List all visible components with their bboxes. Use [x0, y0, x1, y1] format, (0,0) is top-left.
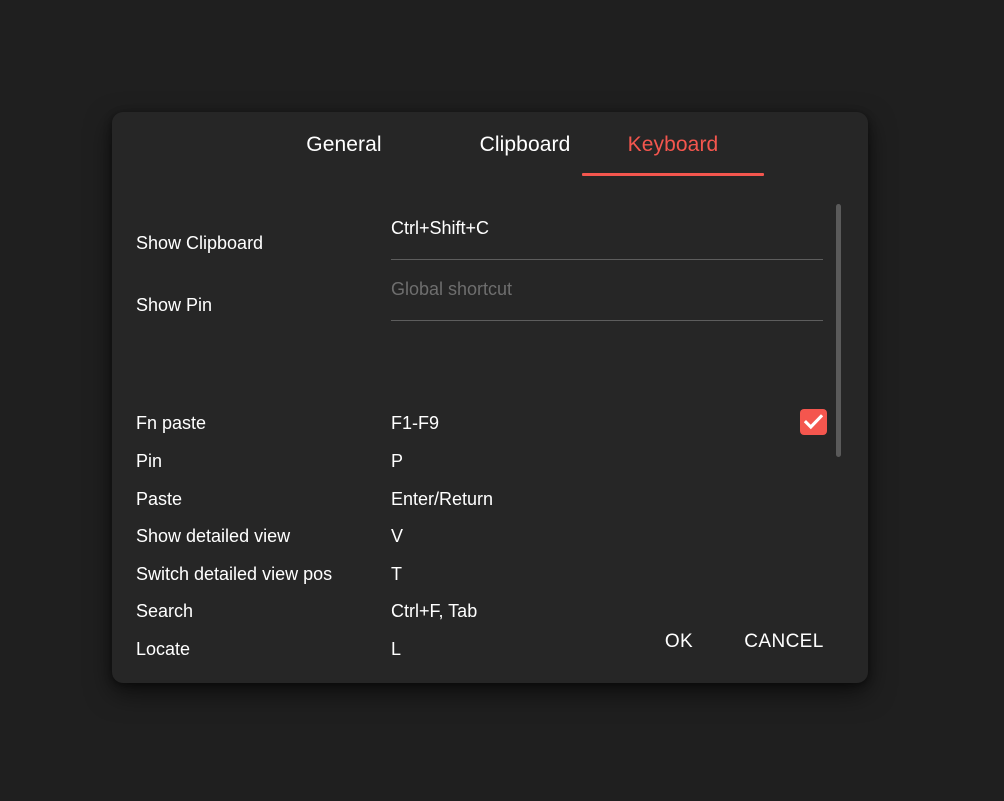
show-clipboard-underline: [391, 259, 823, 260]
row-switch-detailed-view-pos-label: Switch detailed view pos: [136, 564, 332, 585]
tab-active-indicator: [582, 173, 764, 176]
cancel-button[interactable]: CANCEL: [734, 625, 834, 659]
row-paste-label: Paste: [136, 489, 182, 510]
tab-general[interactable]: General: [253, 112, 435, 178]
tab-general-label: General: [306, 133, 381, 157]
show-pin-shortcut-input[interactable]: Global shortcut: [391, 279, 823, 321]
show-clipboard-shortcut-value: Ctrl+Shift+C: [391, 218, 489, 239]
row-show-pin-label: Show Pin: [136, 295, 212, 316]
tab-keyboard[interactable]: Keyboard: [582, 112, 764, 178]
keyboard-settings-panel: Show Clipboard Ctrl+Shift+C Show Pin Glo…: [112, 178, 868, 615]
show-clipboard-shortcut-input[interactable]: Ctrl+Shift+C: [391, 218, 823, 260]
row-paste-value: Enter/Return: [391, 489, 493, 510]
row-show-detailed-view-value: V: [391, 526, 403, 547]
tab-bar: General Clipboard Keyboard: [112, 112, 868, 178]
preferences-dialog: General Clipboard Keyboard Show Clipboar…: [112, 112, 868, 683]
vertical-scrollbar[interactable]: [836, 204, 841, 457]
tab-clipboard-label: Clipboard: [480, 133, 571, 157]
row-pin-label: Pin: [136, 451, 162, 472]
row-show-clipboard-label: Show Clipboard: [136, 233, 263, 254]
ok-button[interactable]: OK: [655, 625, 703, 659]
fn-paste-checkbox[interactable]: [800, 409, 827, 435]
dialog-footer: OK CANCEL: [112, 615, 868, 683]
row-fn-paste-value: F1-F9: [391, 413, 439, 434]
check-icon: [804, 414, 823, 430]
row-switch-detailed-view-pos-value: T: [391, 564, 402, 585]
show-pin-shortcut-placeholder: Global shortcut: [391, 279, 512, 300]
show-pin-underline: [391, 320, 823, 321]
row-fn-paste-label: Fn paste: [136, 413, 206, 434]
row-show-detailed-view-label: Show detailed view: [136, 526, 290, 547]
tab-keyboard-label: Keyboard: [628, 133, 719, 157]
row-pin-value: P: [391, 451, 403, 472]
